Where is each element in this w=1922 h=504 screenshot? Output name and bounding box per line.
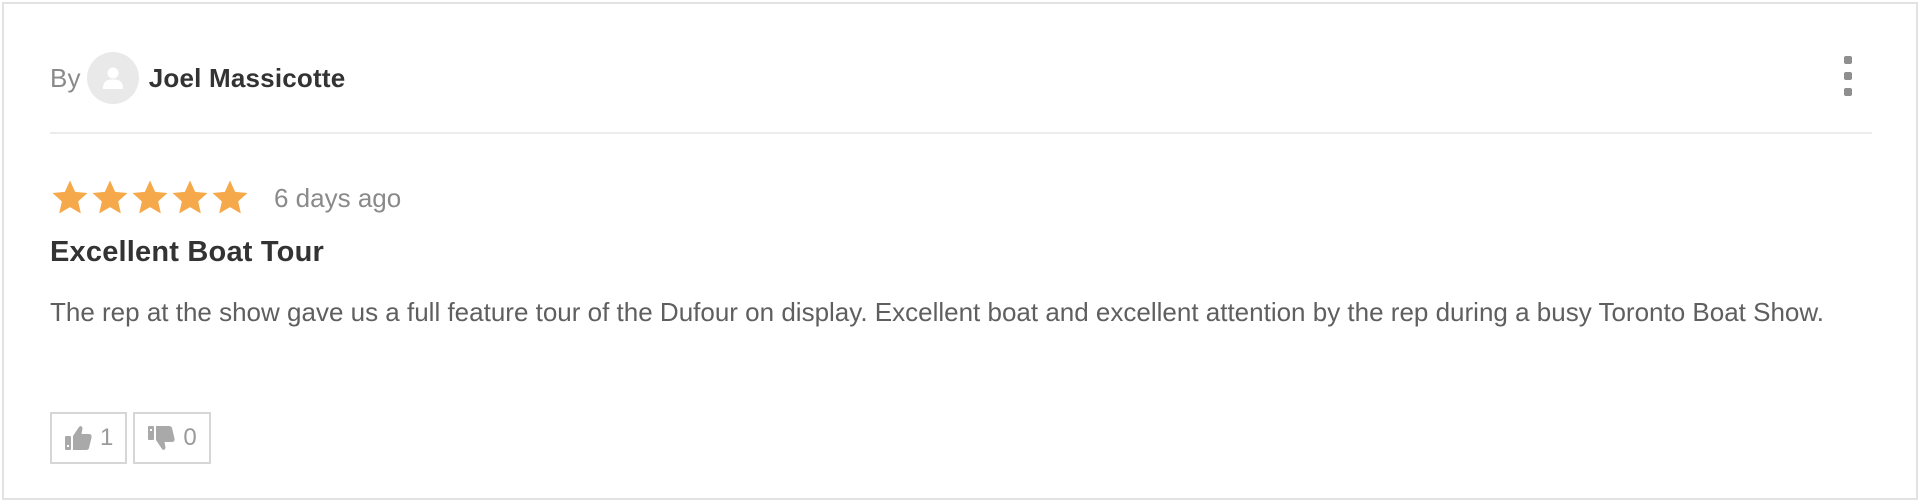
review-body: The rep at the show gave us a full featu… xyxy=(50,297,1824,327)
kebab-dot xyxy=(1844,72,1852,80)
avatar xyxy=(86,52,139,104)
star-icon xyxy=(52,180,88,214)
kebab-menu-icon xyxy=(1844,56,1852,64)
review-header: By Joel Massicotte xyxy=(50,52,345,104)
star-icon xyxy=(212,180,248,214)
star-icon xyxy=(92,180,128,214)
helpful-button[interactable]: 1 xyxy=(50,412,128,464)
kebab-dot xyxy=(1844,88,1852,96)
thumbs-up-icon xyxy=(65,426,92,450)
review-card: By Joel Massicotte 6 days ago Excellent … xyxy=(2,2,1918,500)
rating-row: 6 days ago xyxy=(50,176,401,220)
author-name[interactable]: Joel Massicotte xyxy=(149,63,346,94)
thumbs-down-icon xyxy=(148,426,175,450)
star-icon xyxy=(172,180,208,214)
helpful-count: 1 xyxy=(100,424,114,451)
by-label: By xyxy=(50,62,81,93)
more-options-button[interactable] xyxy=(1836,56,1860,96)
user-icon xyxy=(102,67,123,89)
review-title: Excellent Boat Tour xyxy=(50,236,324,268)
unhelpful-button[interactable]: 0 xyxy=(133,412,211,464)
unhelpful-count: 0 xyxy=(183,424,197,451)
star-icon xyxy=(132,180,168,214)
divider xyxy=(50,132,1872,134)
star-rating xyxy=(50,178,250,218)
review-date: 6 days ago xyxy=(274,182,402,213)
vote-buttons: 1 0 xyxy=(50,412,217,464)
